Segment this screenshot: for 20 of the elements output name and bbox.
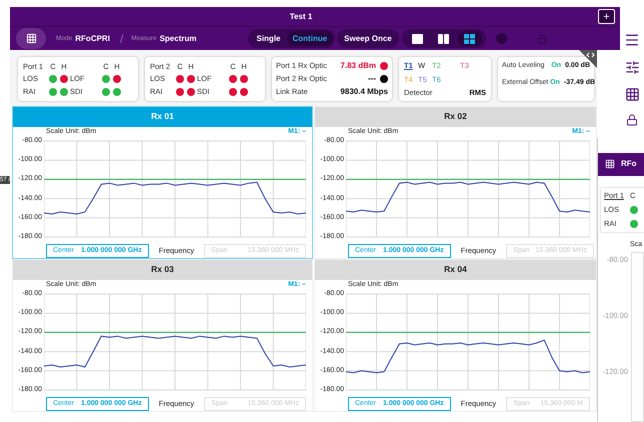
chart-header[interactable]: Rx 01 <box>13 107 312 126</box>
measure-value: Spectrum <box>160 32 196 44</box>
line-series <box>44 336 306 368</box>
chart-header[interactable]: Rx 03 <box>13 260 312 280</box>
mode-value: RFoCPRI <box>75 32 110 44</box>
separator: / <box>120 30 124 48</box>
sweep-mode-tab[interactable]: Continue <box>286 31 334 46</box>
optic-value: --- <box>368 73 376 85</box>
line-series <box>346 340 590 374</box>
sweep-mode-tab[interactable]: Single <box>250 31 286 46</box>
mode-value: RFo <box>621 158 637 170</box>
optic-value: 7.83 dBm <box>340 60 376 72</box>
chart-header[interactable]: Rx 02 <box>315 107 596 126</box>
link-rate-value: 9830.4 Mbps <box>340 86 388 98</box>
line-series <box>346 182 590 212</box>
line-series <box>44 182 306 214</box>
sweep-once-button[interactable]: Sweep Once <box>337 29 399 48</box>
chart-header[interactable]: Rx 04 <box>315 260 596 280</box>
window-title: Test 1 <box>288 10 314 22</box>
add-tab-button[interactable]: + <box>598 9 615 24</box>
